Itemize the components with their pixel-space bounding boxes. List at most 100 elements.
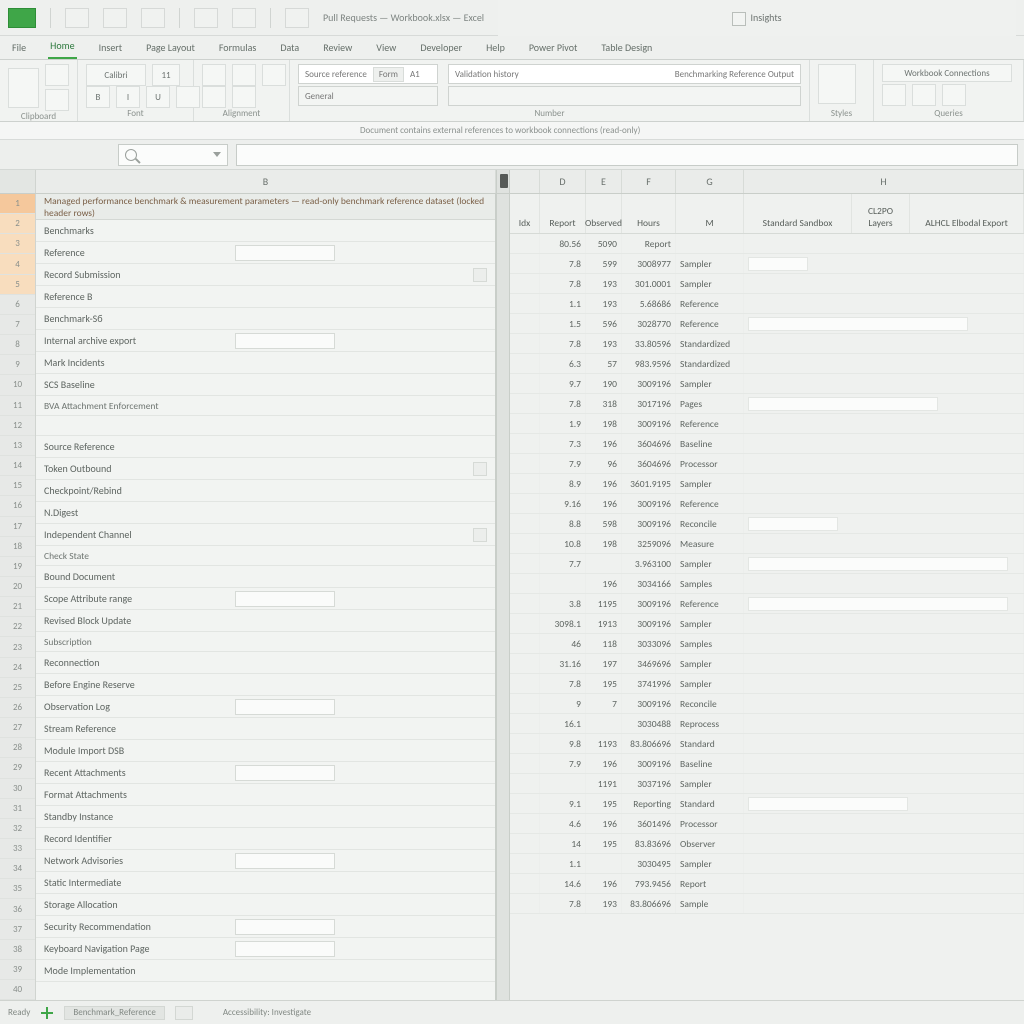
row-header[interactable]: 17: [0, 517, 35, 537]
list-item[interactable]: Scope Attribute range: [36, 588, 495, 610]
row-header[interactable]: 27: [0, 718, 35, 738]
list-item[interactable]: Before Engine Reserve: [36, 674, 495, 696]
list-item[interactable]: Token Outbound: [36, 458, 495, 480]
list-item[interactable]: Module Import DSB: [36, 740, 495, 762]
row-header[interactable]: 16: [0, 496, 35, 516]
row-header[interactable]: 18: [0, 537, 35, 557]
ref-source-box[interactable]: Source reference Form A1: [298, 64, 438, 84]
qat-undo-icon[interactable]: [103, 8, 127, 28]
properties-icon[interactable]: [912, 84, 936, 106]
table-row[interactable]: 1.11935.68686Reference: [510, 294, 1024, 314]
tab-formulas[interactable]: Formulas: [217, 37, 258, 59]
freeze-split-handle[interactable]: [496, 170, 510, 193]
table-row[interactable]: 3098.119133009196Sampler: [510, 614, 1024, 634]
row-header[interactable]: 15: [0, 476, 35, 496]
value-field[interactable]: [235, 591, 335, 607]
list-item[interactable]: Record Identifier: [36, 828, 495, 850]
align-center-icon[interactable]: [232, 64, 256, 86]
table-row[interactable]: 6.357983.9596Standardized: [510, 354, 1024, 374]
table-row[interactable]: 10.81983259096Measure: [510, 534, 1024, 554]
list-item[interactable]: Standby Instance: [36, 806, 495, 828]
table-row[interactable]: 7.8193301.0001Sampler: [510, 274, 1024, 294]
sheet-tab[interactable]: Benchmark_Reference: [64, 1006, 165, 1020]
tab-page-layout[interactable]: Page Layout: [144, 37, 197, 59]
value-field[interactable]: [235, 245, 335, 261]
qat-touch-icon[interactable]: [194, 8, 218, 28]
list-item[interactable]: Subscription: [36, 632, 495, 652]
row-header[interactable]: 7: [0, 315, 35, 335]
value-field[interactable]: [235, 941, 335, 957]
list-item[interactable]: Mode Implementation: [36, 960, 495, 982]
tab-developer[interactable]: Developer: [418, 37, 464, 59]
align-right-icon[interactable]: [262, 64, 286, 86]
row-header[interactable]: 29: [0, 758, 35, 778]
font-size[interactable]: 11: [152, 64, 180, 86]
list-item[interactable]: Format Attachments: [36, 784, 495, 806]
list-item[interactable]: Internal archive export: [36, 330, 495, 352]
list-item[interactable]: Record Submission: [36, 264, 495, 286]
list-item[interactable]: Reference B: [36, 286, 495, 308]
table-row[interactable]: 8.91963601.9195Sampler: [510, 474, 1024, 494]
styles-button[interactable]: [818, 64, 856, 104]
bold-icon[interactable]: B: [86, 86, 110, 108]
qat-print-icon[interactable]: [232, 8, 256, 28]
connections-button[interactable]: Workbook Connections: [882, 64, 1012, 82]
row-header[interactable]: 22: [0, 617, 35, 637]
row-header[interactable]: 28: [0, 738, 35, 758]
table-row[interactable]: 80.565090Report: [510, 234, 1024, 254]
row-header[interactable]: 13: [0, 436, 35, 456]
list-item[interactable]: Security Recommendation: [36, 916, 495, 938]
list-item[interactable]: Checkpoint/Rebind: [36, 480, 495, 502]
table-row[interactable]: 7.9963604696Processor: [510, 454, 1024, 474]
tab-table-design[interactable]: Table Design: [599, 37, 654, 59]
row-header[interactable]: 30: [0, 779, 35, 799]
row-header[interactable]: 11: [0, 396, 35, 416]
list-item[interactable]: [36, 416, 495, 436]
tab-insert[interactable]: Insert: [97, 37, 125, 59]
row-header[interactable]: 34: [0, 859, 35, 879]
list-item[interactable]: Recent Attachments: [36, 762, 495, 784]
list-item[interactable]: Reference: [36, 242, 495, 264]
list-item[interactable]: Keyboard Navigation Page: [36, 938, 495, 960]
table-row[interactable]: 11913037196Sampler: [510, 774, 1024, 794]
expand-icon[interactable]: [473, 462, 487, 476]
tab-view[interactable]: View: [374, 37, 398, 59]
tab-data[interactable]: Data: [278, 37, 301, 59]
new-sheet-icon[interactable]: [40, 1006, 54, 1020]
row-header[interactable]: 24: [0, 658, 35, 678]
table-row[interactable]: 3.811953009196Reference: [510, 594, 1024, 614]
expand-icon[interactable]: [473, 268, 487, 282]
row-header[interactable]: 32: [0, 819, 35, 839]
row-header[interactable]: 2: [0, 214, 35, 234]
formula-bar[interactable]: [236, 144, 1018, 166]
row-header[interactable]: 21: [0, 597, 35, 617]
underline-icon[interactable]: U: [146, 86, 170, 108]
cut-icon[interactable]: [45, 64, 69, 86]
vertical-splitter[interactable]: [496, 194, 510, 1000]
list-item[interactable]: Benchmarks: [36, 220, 495, 242]
app-icon[interactable]: [8, 8, 36, 28]
value-field[interactable]: [235, 765, 335, 781]
table-row[interactable]: 461183033096Samples: [510, 634, 1024, 654]
row-header[interactable]: 6: [0, 295, 35, 315]
row-header[interactable]: 26: [0, 698, 35, 718]
table-row[interactable]: 9.71903009196Sampler: [510, 374, 1024, 394]
row-header[interactable]: 23: [0, 637, 35, 657]
list-item[interactable]: Revised Block Update: [36, 610, 495, 632]
row-header[interactable]: 19: [0, 557, 35, 577]
select-all-corner[interactable]: [0, 170, 36, 193]
name-box[interactable]: [118, 144, 228, 166]
qat-share-icon[interactable]: [285, 8, 309, 28]
row-header[interactable]: 38: [0, 940, 35, 960]
number-format[interactable]: General: [298, 86, 438, 106]
row-header[interactable]: 25: [0, 678, 35, 698]
refresh-icon[interactable]: [882, 84, 906, 106]
row-header[interactable]: 31: [0, 799, 35, 819]
list-item[interactable]: Stream Reference: [36, 718, 495, 740]
value-field[interactable]: [235, 853, 335, 869]
row-header[interactable]: 9: [0, 355, 35, 375]
row-header[interactable]: 5: [0, 275, 35, 295]
col-header-d[interactable]: D: [540, 170, 586, 193]
table-row[interactable]: 1419583.83696Observer: [510, 834, 1024, 854]
tab-review[interactable]: Review: [321, 37, 354, 59]
